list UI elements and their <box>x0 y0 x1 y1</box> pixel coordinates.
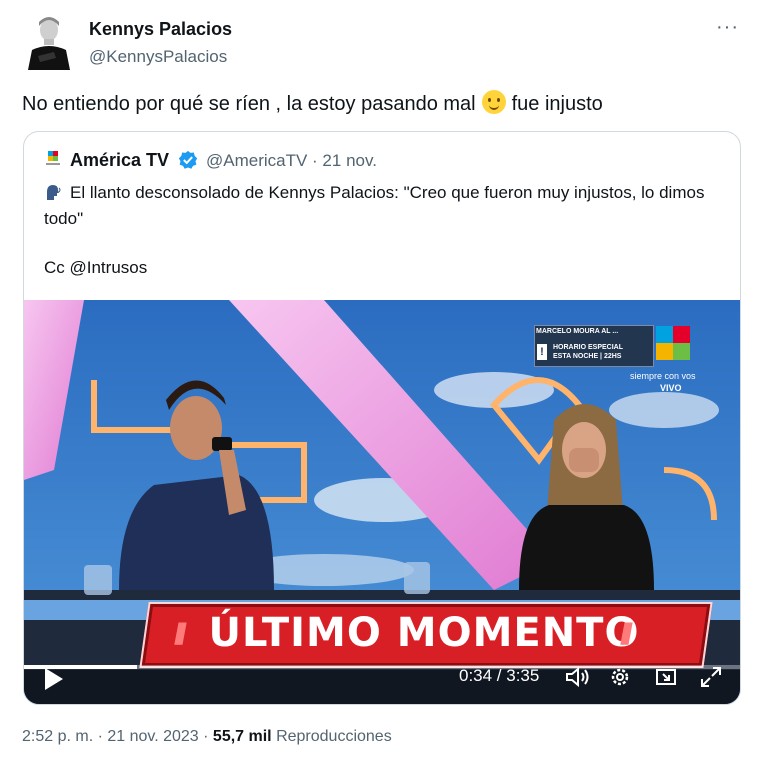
sign-line1: MARCELO MOURA AL ... <box>536 328 619 335</box>
play-icon[interactable] <box>42 666 66 692</box>
video-player[interactable]: MARCELO MOURA AL ... ! HORARIO ESPECIAL … <box>24 300 740 704</box>
view-count: 55,7 mil <box>212 728 272 745</box>
more-options-icon[interactable]: ··· <box>716 16 739 39</box>
sign-line3: ESTA NOCHE | 22HS <box>553 353 622 360</box>
america-tv-logo-icon <box>46 151 60 165</box>
quote-cc: Cc @Intrusos <box>44 258 148 277</box>
fullscreen-icon[interactable] <box>698 664 724 690</box>
sign-line2: HORARIO ESPECIAL <box>553 344 624 351</box>
author-name[interactable]: Kennys Palacios <box>89 19 232 40</box>
settings-gear-icon[interactable] <box>607 664 633 690</box>
views-label: Reproducciones <box>276 728 392 745</box>
quote-author-name[interactable]: América TV <box>70 150 169 171</box>
alert-icon: ! <box>537 344 547 360</box>
picture-in-picture-icon[interactable] <box>653 664 679 690</box>
live-label: VIVO <box>660 383 682 393</box>
tweet-text: No entiendo por qué se ríen , la estoy p… <box>22 90 603 116</box>
quote-handle-date[interactable]: @AmericaTV · 21 nov. <box>206 151 377 171</box>
verified-badge-icon <box>178 150 198 169</box>
tweet-text-after: fue injusto <box>511 93 603 115</box>
volume-icon[interactable] <box>564 664 590 690</box>
speaking-head-icon <box>47 185 61 200</box>
tweet-meta: 2:52 p. m. · 21 nov. 2023 · 55,7 mil Rep… <box>22 728 392 746</box>
tweet-text-before: No entiendo por qué se ríen , la estoy p… <box>22 93 476 115</box>
channel-tagline: siempre con vos <box>630 371 696 381</box>
tweet: Kennys Palacios @KennysPalacios ··· No e… <box>0 0 767 766</box>
tweet-timestamp[interactable]: 2:52 p. m. · 21 nov. 2023 · <box>22 728 213 745</box>
author-handle[interactable]: @KennysPalacios <box>89 47 227 67</box>
channel-logo-icon <box>656 326 690 360</box>
video-time: 0:34 / 3:35 <box>459 666 540 685</box>
banner-slashes-right: /// <box>620 618 633 651</box>
avatar[interactable] <box>24 12 74 70</box>
smiling-face-with-tear-icon <box>481 90 506 114</box>
progress-fill <box>24 665 138 669</box>
quoted-tweet[interactable]: América TV @AmericaTV · 21 nov. El llant… <box>23 131 741 705</box>
quote-text-body: El llanto desconsolado de Kennys Palacio… <box>44 183 705 228</box>
quote-text: El llanto desconsolado de Kennys Palacio… <box>44 180 724 232</box>
